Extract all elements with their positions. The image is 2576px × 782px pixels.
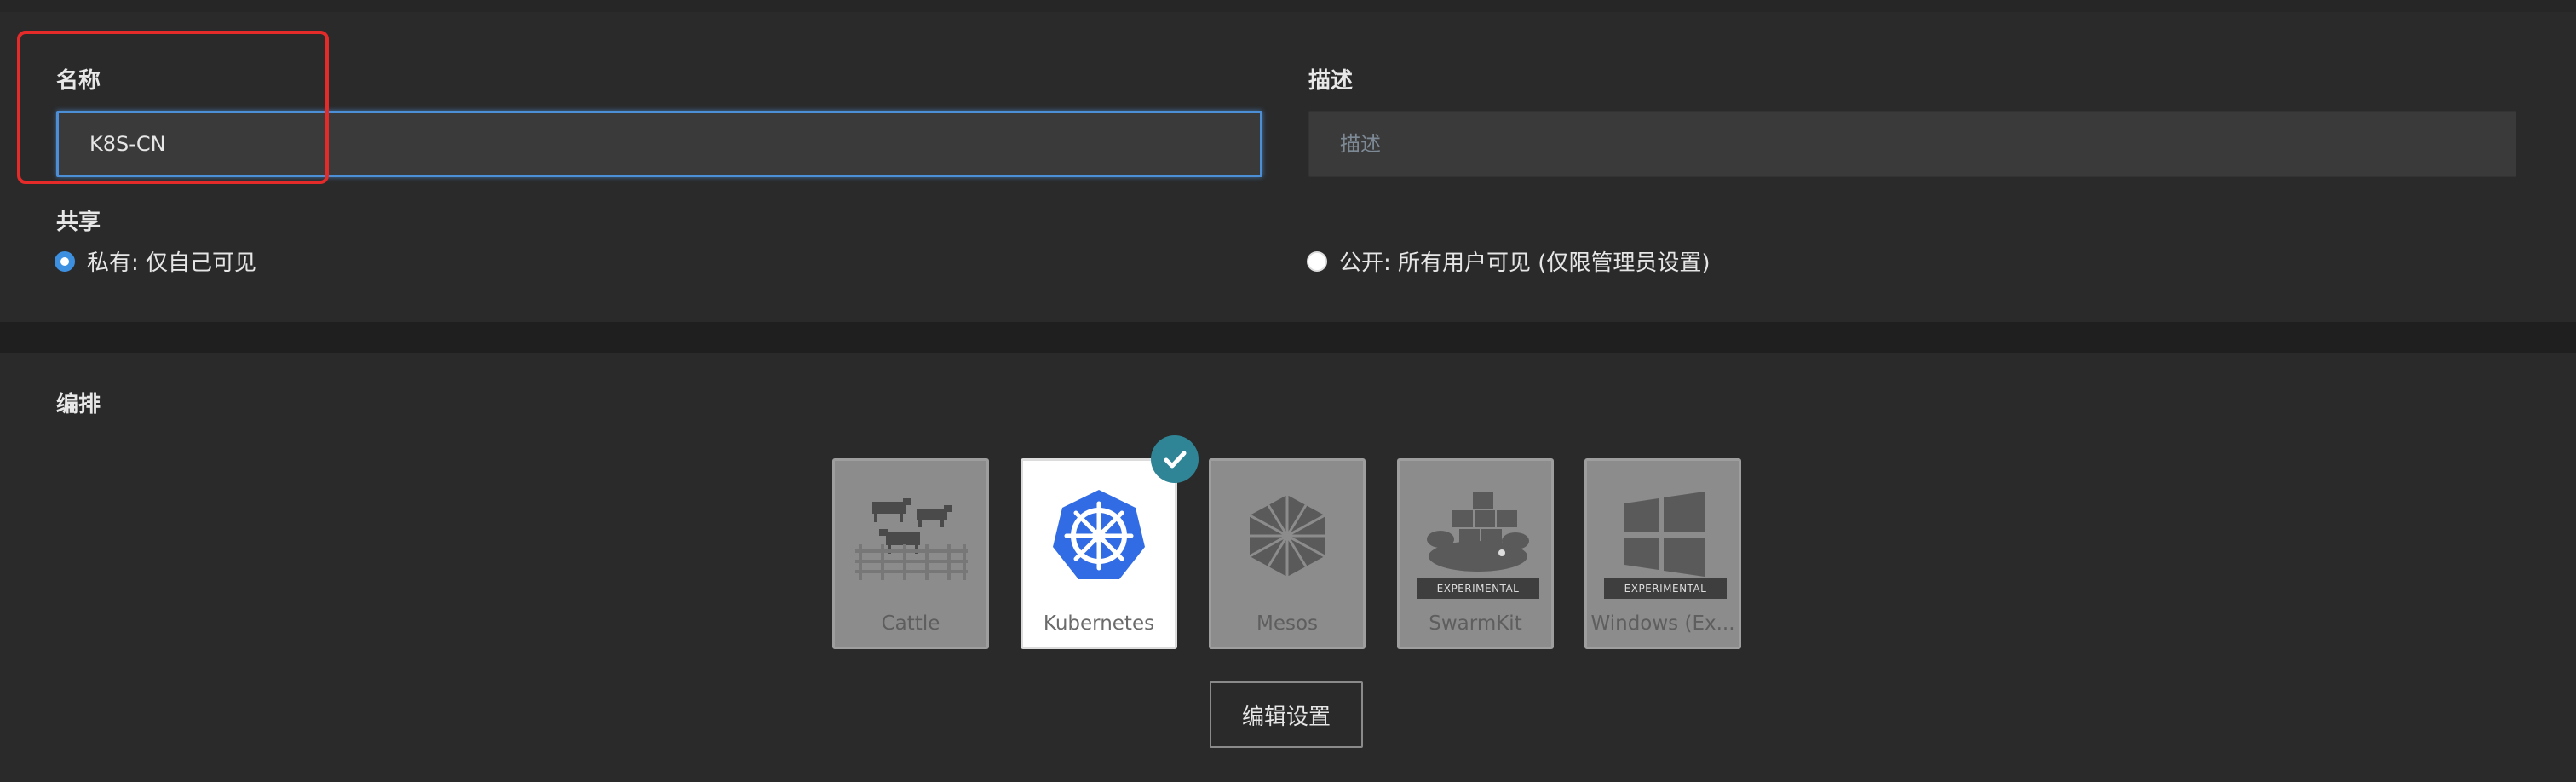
experimental-badge-swarmkit: EXPERIMENTAL xyxy=(1417,578,1539,599)
selected-check-badge xyxy=(1151,435,1199,483)
radio-public-indicator[interactable] xyxy=(1307,250,1327,272)
mesos-icon xyxy=(1249,495,1325,577)
radio-public-label: 公开: 所有用户可见 (仅限管理员设置) xyxy=(1339,250,1711,276)
description-label: 描述 xyxy=(1308,68,1354,94)
tile-label-cattle: Cattle xyxy=(881,612,940,635)
name-label: 名称 xyxy=(56,68,101,94)
orchestration-tile-cattle[interactable]: Cattle xyxy=(832,458,989,649)
kubernetes-icon xyxy=(1053,490,1145,579)
sharing-label: 共享 xyxy=(56,210,101,235)
orchestration-tile-swarmkit[interactable]: EXPERIMENTAL SwarmKit xyxy=(1397,458,1554,649)
orchestration-tile-windows[interactable]: EXPERIMENTAL Windows (Ex... xyxy=(1584,458,1741,649)
top-strip xyxy=(0,0,2576,12)
orchestration-tile-mesos[interactable]: Mesos xyxy=(1209,458,1366,649)
tile-label-mesos: Mesos xyxy=(1256,612,1319,635)
tile-label-kubernetes: Kubernetes xyxy=(1043,612,1155,635)
name-input[interactable] xyxy=(56,111,1262,177)
experimental-badge-windows: EXPERIMENTAL xyxy=(1604,578,1727,599)
orchestration-label: 编排 xyxy=(56,392,101,417)
tile-label-swarmkit: SwarmKit xyxy=(1429,612,1522,635)
radio-public[interactable]: 公开: 所有用户可见 (仅限管理员设置) xyxy=(1307,245,1711,277)
radio-private-label: 私有: 仅自己可见 xyxy=(87,250,257,276)
radio-private-indicator[interactable] xyxy=(55,250,75,272)
tile-label-windows: Windows (Ex... xyxy=(1590,612,1735,635)
description-input[interactable] xyxy=(1308,111,2516,177)
orchestration-tile-kubernetes[interactable]: Kubernetes xyxy=(1021,458,1177,649)
radio-private[interactable]: 私有: 仅自己可见 xyxy=(55,245,256,277)
cattle-icon xyxy=(855,498,968,580)
edit-settings-button[interactable]: 编辑设置 xyxy=(1210,681,1363,748)
checkmark-icon xyxy=(1164,451,1187,469)
